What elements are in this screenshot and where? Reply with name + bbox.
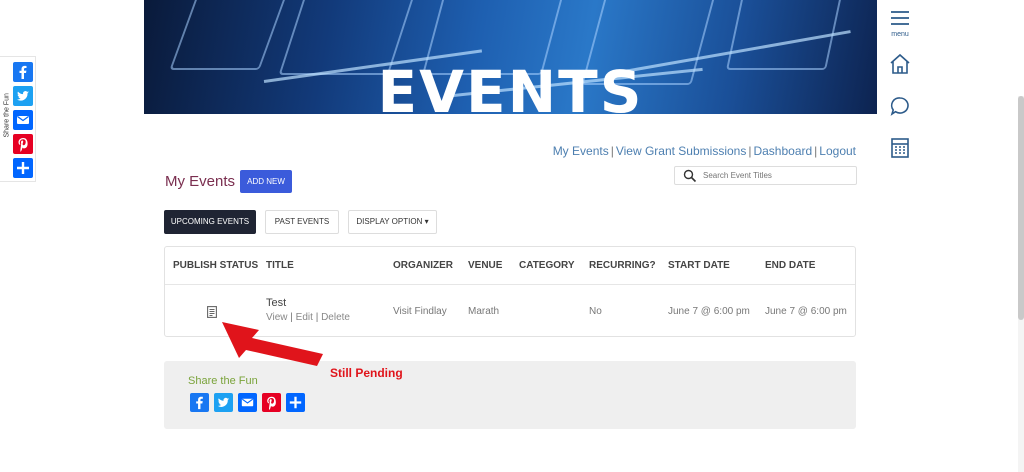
logout-link[interactable]: Logout — [819, 144, 856, 158]
menu-icon — [891, 11, 909, 25]
menu-button[interactable]: menu — [888, 10, 912, 38]
menu-label: menu — [891, 31, 909, 38]
tab-past-events[interactable]: PAST EVENTS — [265, 210, 339, 234]
facebook-icon[interactable] — [13, 62, 33, 82]
add-new-button[interactable]: ADD NEW — [240, 170, 292, 193]
header-start-date[interactable]: START DATE — [668, 260, 730, 271]
tab-upcoming-events[interactable]: UPCOMING EVENTS — [164, 210, 256, 234]
event-venue: Marath — [468, 306, 500, 317]
header-title[interactable]: TITLE — [266, 260, 294, 271]
event-start-date: June 7 @ 6:00 pm — [668, 306, 750, 317]
calendar-button[interactable] — [888, 137, 912, 164]
header-publish-status[interactable]: PUBLISH STATUS — [173, 260, 258, 271]
header-end-date[interactable]: END DATE — [765, 260, 815, 271]
my-events-link[interactable]: My Events — [553, 144, 609, 158]
header-divider — [165, 284, 855, 285]
banner-title: EVENTS — [377, 58, 644, 114]
home-icon — [890, 53, 910, 74]
share-sidebar-label: Share the Fun — [3, 93, 11, 138]
share-box-label: Share the Fun — [188, 375, 258, 387]
annotation-label: Still Pending — [330, 366, 403, 380]
home-button[interactable] — [888, 53, 912, 80]
page: Share the Fun EVENTS menu My Events | Vi… — [0, 0, 1024, 472]
scrollbar-thumb[interactable] — [1018, 96, 1024, 320]
share-plus-icon[interactable] — [13, 158, 33, 178]
twitter-icon[interactable] — [214, 393, 233, 412]
event-title: Test — [266, 297, 287, 309]
chat-button[interactable] — [888, 95, 912, 122]
event-recurring: No — [589, 306, 602, 317]
account-links: My Events | View Grant Submissions | Dashboa… — [553, 144, 856, 158]
facebook-icon[interactable] — [190, 393, 209, 412]
right-nav: menu — [884, 0, 916, 180]
dashboard-link[interactable]: Dashboard — [753, 144, 812, 158]
share-plus-icon[interactable] — [286, 393, 305, 412]
header-venue[interactable]: VENUE — [468, 260, 502, 271]
share-box: Share the Fun — [164, 361, 856, 429]
document-pending-icon[interactable] — [207, 306, 217, 318]
header-organizer[interactable]: ORGANIZER — [393, 260, 453, 271]
view-grant-submissions-link[interactable]: View Grant Submissions — [616, 144, 747, 158]
search-box — [674, 166, 857, 185]
search-icon — [683, 169, 697, 183]
twitter-icon[interactable] — [13, 86, 33, 106]
chat-icon — [890, 97, 909, 116]
pinterest-icon[interactable] — [13, 134, 33, 154]
header-category[interactable]: CATEGORY — [519, 260, 575, 271]
event-end-date: June 7 @ 6:00 pm — [765, 306, 847, 317]
header-recurring[interactable]: RECURRING? — [589, 260, 656, 271]
page-title: My Events — [165, 173, 236, 190]
search-input[interactable] — [703, 168, 853, 183]
event-organizer: Visit Findlay — [393, 306, 447, 317]
pinterest-icon[interactable] — [262, 393, 281, 412]
events-banner: EVENTS — [144, 0, 877, 114]
display-option-dropdown[interactable]: DISPLAY OPTION ▾ — [348, 210, 437, 234]
calendar-icon — [891, 138, 909, 158]
annotation-arrow — [222, 322, 323, 366]
email-icon[interactable] — [238, 393, 257, 412]
email-icon[interactable] — [13, 110, 33, 130]
floating-share-bar: Share the Fun — [0, 56, 36, 182]
link-separator: | — [610, 144, 614, 158]
